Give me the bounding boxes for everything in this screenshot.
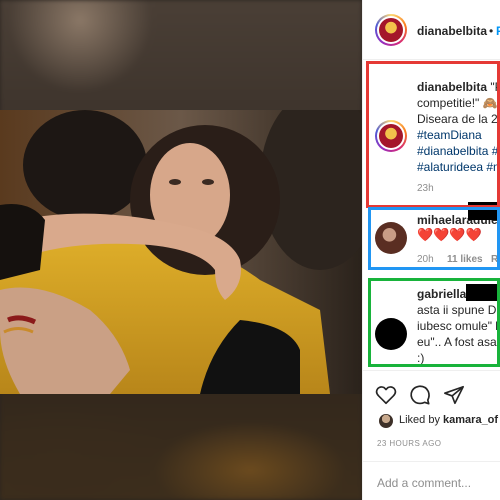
liker-username[interactable]: kamara_of (443, 414, 498, 426)
header-avatar[interactable] (375, 14, 407, 46)
post-media[interactable] (0, 0, 362, 500)
add-comment-input[interactable]: Add a comment... (377, 476, 471, 490)
post-timestamp[interactable]: 23 HOURS AGO (377, 439, 441, 448)
comment-box-divider (363, 461, 500, 462)
video-frame[interactable] (0, 110, 362, 394)
follow-button[interactable]: F (496, 24, 500, 38)
header-username[interactable]: dianabelbita (417, 24, 487, 38)
likes-prefix: Liked by (399, 414, 444, 426)
comment-1-highlight-box (368, 207, 500, 270)
liker-avatar[interactable] (379, 414, 393, 428)
likes-summary: Liked by kamara_of (399, 414, 498, 426)
comment-2-highlight-box (368, 278, 500, 367)
comment-icon[interactable] (409, 384, 431, 406)
caption-highlight-box (366, 61, 500, 208)
hug-scene-image (0, 110, 362, 394)
header-divider (363, 59, 500, 60)
actions-divider (363, 370, 500, 371)
share-icon[interactable] (443, 384, 465, 406)
heart-icon[interactable] (375, 384, 397, 406)
header-separator: • (489, 24, 494, 38)
